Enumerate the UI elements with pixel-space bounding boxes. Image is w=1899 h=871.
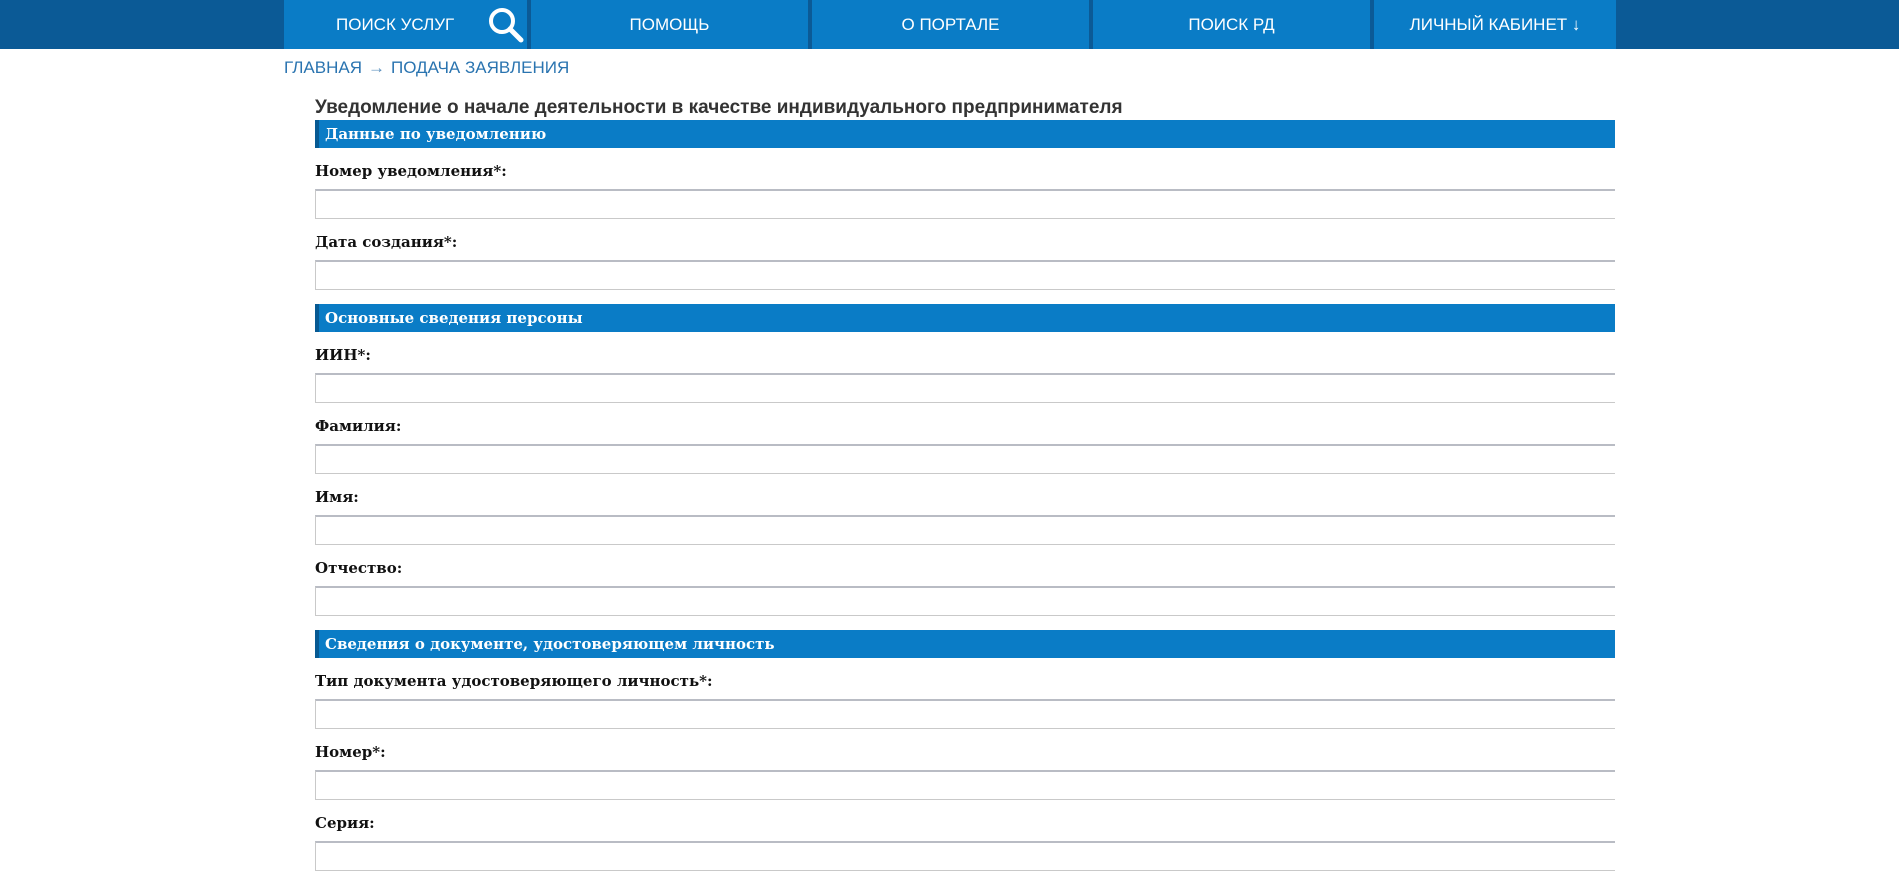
nav-personal-cabinet-label: ЛИЧНЫЙ КАБИНЕТ ↓: [1409, 14, 1581, 34]
field-label-document-series: Серия:: [315, 814, 375, 832]
nav-search-services[interactable]: ПОИСК УСЛУГ: [284, 0, 527, 49]
patronymic-input[interactable]: [315, 586, 1615, 616]
field-label-notification-number: Номер уведомления*:: [315, 162, 507, 180]
field-label-first-name: Имя:: [315, 488, 359, 506]
nav-search-rd-label: ПОИСК РД: [1188, 14, 1275, 34]
breadcrumb-home-link[interactable]: ГЛАВНАЯ: [284, 58, 362, 77]
nav-help[interactable]: ПОМОЩЬ: [531, 0, 808, 49]
last-name-input[interactable]: [315, 444, 1615, 474]
field-label-last-name: Фамилия:: [315, 417, 402, 435]
document-type-input[interactable]: [315, 699, 1615, 729]
section-header-notification-data: Данные по уведомлению: [315, 120, 1615, 148]
field-label-patronymic: Отчество:: [315, 559, 403, 577]
field-label-document-type: Тип документа удостоверяющего личность*:: [315, 672, 713, 690]
search-icon[interactable]: [486, 5, 526, 45]
creation-date-input[interactable]: [315, 260, 1615, 290]
breadcrumb-current[interactable]: ПОДАЧА ЗАЯВЛЕНИЯ: [391, 58, 569, 77]
field-label-document-number: Номер*:: [315, 743, 386, 761]
page-title: Уведомление о начале деятельности в каче…: [315, 97, 1123, 118]
nav-search-services-label: ПОИСК УСЛУГ: [336, 14, 455, 34]
notification-number-input[interactable]: [315, 189, 1615, 219]
iin-input[interactable]: [315, 373, 1615, 403]
nav-personal-cabinet[interactable]: ЛИЧНЫЙ КАБИНЕТ ↓: [1374, 0, 1616, 49]
breadcrumb: ГЛАВНАЯ → ПОДАЧА ЗАЯВЛЕНИЯ: [284, 58, 569, 78]
document-series-input[interactable]: [315, 841, 1615, 871]
nav-about-portal[interactable]: О ПОРТАЛЕ: [812, 0, 1089, 49]
field-label-iin: ИИН*:: [315, 346, 371, 364]
section-header-identity-document: Сведения о документе, удостоверяющем лич…: [315, 630, 1615, 658]
top-navigation-bar: ПОИСК УСЛУГ ПОМОЩЬ О ПОРТАЛЕ ПОИСК РД ЛИ…: [0, 0, 1899, 49]
field-label-creation-date: Дата создания*:: [315, 233, 458, 251]
section-header-person-info: Основные сведения персоны: [315, 304, 1615, 332]
main-nav: ПОИСК УСЛУГ ПОМОЩЬ О ПОРТАЛЕ ПОИСК РД ЛИ…: [284, 0, 1616, 49]
first-name-input[interactable]: [315, 515, 1615, 545]
nav-help-label: ПОМОЩЬ: [629, 14, 710, 34]
document-number-input[interactable]: [315, 770, 1615, 800]
nav-search-rd[interactable]: ПОИСК РД: [1093, 0, 1370, 49]
breadcrumb-separator: →: [367, 58, 385, 77]
application-form: Данные по уведомлению Номер уведомления*…: [315, 120, 1615, 871]
nav-about-portal-label: О ПОРТАЛЕ: [901, 14, 1000, 34]
